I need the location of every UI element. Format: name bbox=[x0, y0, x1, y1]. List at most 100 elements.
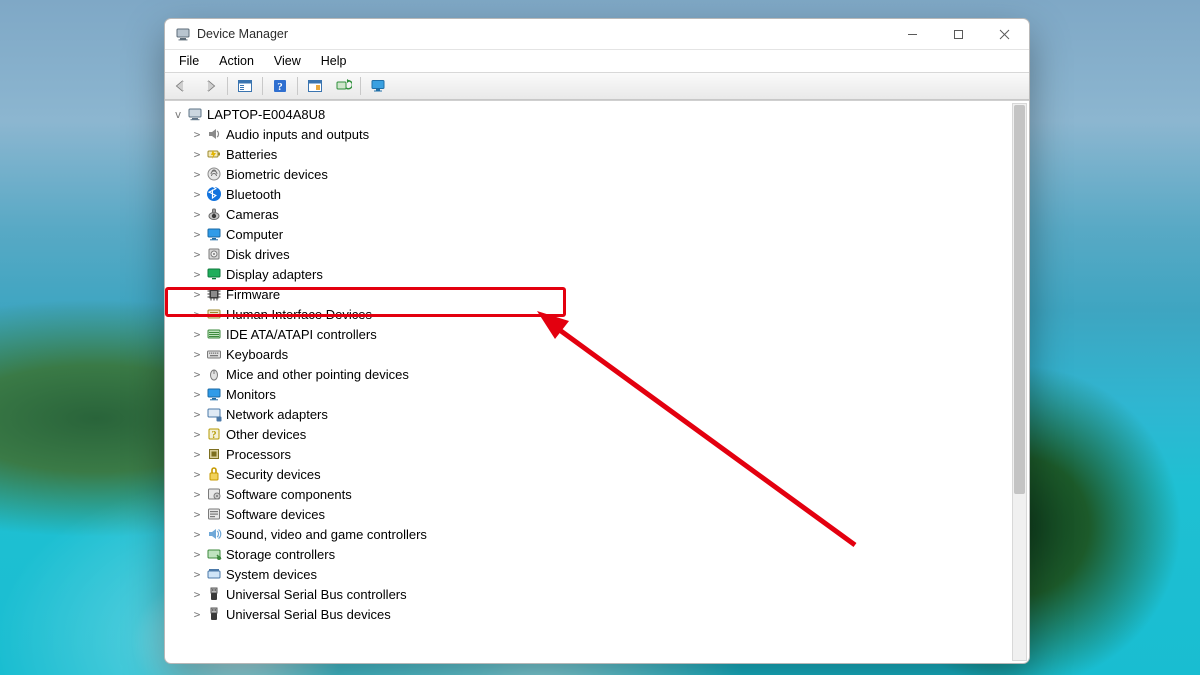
toolbar-help-button[interactable]: ? bbox=[267, 74, 293, 98]
toolbar-back-button[interactable] bbox=[169, 74, 195, 98]
tree-node-security-devices[interactable]: > Security devices bbox=[190, 464, 1029, 484]
tree-node-batteries[interactable]: >Batteries bbox=[190, 144, 1029, 164]
tree-node-disk-drives[interactable]: > Disk drives bbox=[190, 244, 1029, 264]
expand-icon[interactable]: > bbox=[190, 509, 204, 520]
tree-node-label: IDE ATA/ATAPI controllers bbox=[226, 327, 377, 342]
menu-file[interactable]: File bbox=[171, 50, 207, 72]
tree-node-mice-and-other-pointing-devices[interactable]: >Mice and other pointing devices bbox=[190, 364, 1029, 384]
tree-node-universal-serial-bus-controllers[interactable]: >Universal Serial Bus controllers bbox=[190, 584, 1029, 604]
network-icon bbox=[205, 406, 222, 422]
tree-node-monitors[interactable]: >Monitors bbox=[190, 384, 1029, 404]
tree-node-label: Security devices bbox=[226, 467, 321, 482]
expand-icon[interactable]: > bbox=[190, 369, 204, 380]
tree-node-label: Sound, video and game controllers bbox=[226, 527, 427, 542]
expand-icon[interactable]: > bbox=[190, 489, 204, 500]
expand-icon[interactable]: > bbox=[190, 569, 204, 580]
toolbar-separator bbox=[297, 77, 298, 95]
tree-node-sound-video-and-game-controllers[interactable]: > Sound, video and game controllers bbox=[190, 524, 1029, 544]
tree-node-bluetooth[interactable]: >Bluetooth bbox=[190, 184, 1029, 204]
expand-icon[interactable]: > bbox=[190, 189, 204, 200]
cpu-icon bbox=[205, 446, 222, 462]
toolbar-scan-button[interactable] bbox=[330, 74, 356, 98]
tree-root[interactable]: vLAPTOP-E004A8U8 bbox=[171, 104, 1029, 124]
toolbar-forward-button[interactable] bbox=[197, 74, 223, 98]
tree-node-human-interface-devices[interactable]: > Human Interface Devices bbox=[190, 304, 1029, 324]
tree-node-label: Human Interface Devices bbox=[226, 307, 372, 322]
tree-node-label: Keyboards bbox=[226, 347, 288, 362]
expand-icon[interactable]: > bbox=[190, 469, 204, 480]
expand-icon[interactable]: > bbox=[190, 209, 204, 220]
tree-node-processors[interactable]: >Processors bbox=[190, 444, 1029, 464]
computer-icon bbox=[186, 106, 203, 122]
title-bar: Device Manager bbox=[165, 19, 1029, 49]
expand-icon[interactable]: > bbox=[190, 449, 204, 460]
expand-icon[interactable]: > bbox=[190, 429, 204, 440]
toolbar-separator bbox=[262, 77, 263, 95]
expand-icon[interactable]: > bbox=[190, 329, 204, 340]
tree-node-biometric-devices[interactable]: >Biometric devices bbox=[190, 164, 1029, 184]
display-icon bbox=[205, 266, 222, 282]
tree-node-label: Cameras bbox=[226, 207, 279, 222]
tree-node-storage-controllers[interactable]: >Storage controllers bbox=[190, 544, 1029, 564]
minimize-button[interactable] bbox=[889, 19, 935, 49]
expand-icon[interactable]: > bbox=[190, 129, 204, 140]
expand-icon[interactable]: v bbox=[171, 109, 185, 120]
expand-icon[interactable]: > bbox=[190, 609, 204, 620]
sound-icon bbox=[205, 526, 222, 542]
tree-node-cameras[interactable]: > Cameras bbox=[190, 204, 1029, 224]
keyboard-icon bbox=[205, 346, 222, 362]
tree-node-display-adapters[interactable]: >Display adapters bbox=[190, 264, 1029, 284]
close-button[interactable] bbox=[981, 19, 1027, 49]
expand-icon[interactable]: > bbox=[190, 529, 204, 540]
tree-node-label: Disk drives bbox=[226, 247, 290, 262]
storage-icon bbox=[205, 546, 222, 562]
expand-icon[interactable]: > bbox=[190, 169, 204, 180]
tree-node-label: System devices bbox=[226, 567, 317, 582]
tree-node-label: Computer bbox=[226, 227, 283, 242]
device-manager-window: Device Manager File Action View Help ? bbox=[164, 18, 1030, 664]
monitor-icon bbox=[205, 226, 222, 242]
expand-icon[interactable]: > bbox=[190, 389, 204, 400]
toolbar-monitor-button[interactable] bbox=[365, 74, 391, 98]
battery-icon bbox=[205, 146, 222, 162]
svg-text:?: ? bbox=[277, 81, 283, 93]
usb-icon bbox=[205, 586, 222, 602]
tree-node-universal-serial-bus-devices[interactable]: >Universal Serial Bus devices bbox=[190, 604, 1029, 624]
expand-icon[interactable]: > bbox=[190, 549, 204, 560]
expand-icon[interactable]: > bbox=[190, 249, 204, 260]
tree-node-ide-ata-atapi-controllers[interactable]: > IDE ATA/ATAPI controllers bbox=[190, 324, 1029, 344]
expand-icon[interactable]: > bbox=[190, 229, 204, 240]
tree-node-other-devices[interactable]: >Other devices bbox=[190, 424, 1029, 444]
tree-node-software-devices[interactable]: >Software devices bbox=[190, 504, 1029, 524]
menu-view[interactable]: View bbox=[266, 50, 309, 72]
menu-help[interactable]: Help bbox=[313, 50, 355, 72]
expand-icon[interactable]: > bbox=[190, 309, 204, 320]
ide-icon bbox=[205, 326, 222, 342]
tree-node-keyboards[interactable]: > Keyboards bbox=[190, 344, 1029, 364]
tree-node-software-components[interactable]: >Software components bbox=[190, 484, 1029, 504]
tree-node-audio-inputs-and-outputs[interactable]: >Audio inputs and outputs bbox=[190, 124, 1029, 144]
expand-icon[interactable]: > bbox=[190, 149, 204, 160]
tree-node-network-adapters[interactable]: >Network adapters bbox=[190, 404, 1029, 424]
expand-icon[interactable]: > bbox=[190, 349, 204, 360]
toolbar-separator bbox=[360, 77, 361, 95]
tree-node-computer[interactable]: > Computer bbox=[190, 224, 1029, 244]
device-tree[interactable]: vLAPTOP-E004A8U8>Audio inputs and output… bbox=[165, 101, 1029, 663]
fingerprint-icon bbox=[205, 166, 222, 182]
security-icon bbox=[205, 466, 222, 482]
vertical-scrollbar[interactable] bbox=[1012, 103, 1027, 661]
expand-icon[interactable]: > bbox=[190, 589, 204, 600]
tree-node-system-devices[interactable]: > System devices bbox=[190, 564, 1029, 584]
tree-node-firmware[interactable]: >Firmware bbox=[190, 284, 1029, 304]
toolbar-properties-button[interactable] bbox=[302, 74, 328, 98]
expand-icon[interactable]: > bbox=[190, 409, 204, 420]
expand-icon[interactable]: > bbox=[190, 289, 204, 300]
expand-icon[interactable]: > bbox=[190, 269, 204, 280]
menu-action[interactable]: Action bbox=[211, 50, 262, 72]
toolbar: ? bbox=[165, 72, 1029, 100]
swcomp-icon bbox=[205, 486, 222, 502]
app-icon bbox=[175, 26, 191, 42]
toolbar-show-hidden-button[interactable] bbox=[232, 74, 258, 98]
maximize-button[interactable] bbox=[935, 19, 981, 49]
toolbar-separator bbox=[227, 77, 228, 95]
